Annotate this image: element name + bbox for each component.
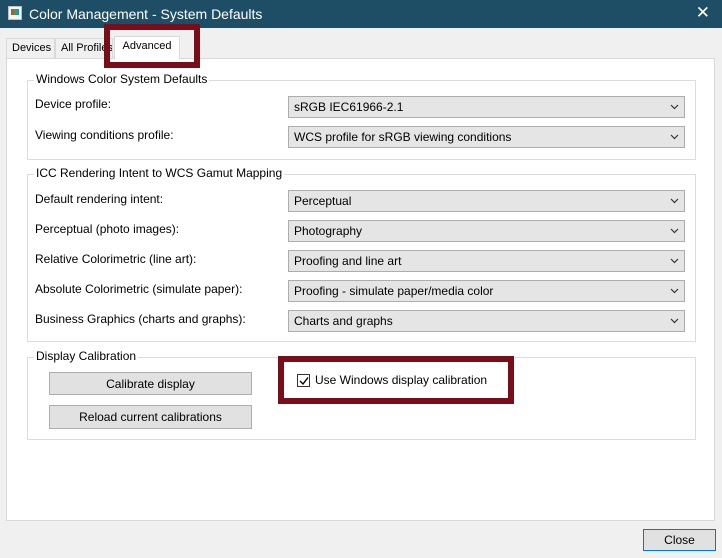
chevron-down-icon bbox=[670, 104, 679, 110]
dropdown-value: Perceptual bbox=[294, 194, 352, 208]
absolute-colorimetric-label: Absolute Colorimetric (simulate paper): bbox=[35, 282, 243, 296]
viewing-conditions-dropdown[interactable]: WCS profile for sRGB viewing conditions bbox=[288, 126, 685, 148]
dropdown-value: sRGB IEC61966-2.1 bbox=[294, 100, 404, 114]
calibrate-display-button[interactable]: Calibrate display bbox=[49, 372, 252, 395]
color-management-icon bbox=[8, 6, 22, 20]
tab-devices[interactable]: Devices bbox=[6, 38, 55, 58]
business-graphics-dropdown[interactable]: Charts and graphs bbox=[288, 310, 685, 332]
tab-all-profiles[interactable]: All Profiles bbox=[55, 38, 113, 58]
tab-advanced[interactable]: Advanced bbox=[114, 36, 180, 59]
device-profile-label: Device profile: bbox=[35, 97, 112, 111]
absolute-colorimetric-dropdown[interactable]: Proofing - simulate paper/media color bbox=[288, 280, 685, 302]
device-profile-dropdown[interactable]: sRGB IEC61966-2.1 bbox=[288, 96, 685, 118]
dropdown-value: Charts and graphs bbox=[294, 314, 393, 328]
default-intent-label: Default rendering intent: bbox=[35, 192, 164, 206]
chevron-down-icon bbox=[670, 134, 679, 140]
chevron-down-icon bbox=[670, 198, 679, 204]
dropdown-value: Proofing - simulate paper/media color bbox=[294, 284, 494, 298]
close-icon[interactable]: ✕ bbox=[696, 3, 710, 23]
chevron-down-icon bbox=[670, 228, 679, 234]
checkmark-icon bbox=[299, 377, 309, 386]
relative-colorimetric-dropdown[interactable]: Proofing and line art bbox=[288, 250, 685, 272]
chevron-down-icon bbox=[670, 318, 679, 324]
group-title: Display Calibration bbox=[34, 349, 139, 363]
chevron-down-icon bbox=[670, 288, 679, 294]
close-button[interactable]: Close bbox=[643, 529, 716, 551]
dropdown-value: WCS profile for sRGB viewing conditions bbox=[294, 130, 512, 144]
group-title: ICC Rendering Intent to WCS Gamut Mappin… bbox=[34, 166, 285, 180]
viewing-conditions-label: Viewing conditions profile: bbox=[35, 128, 174, 142]
relative-colorimetric-label: Relative Colorimetric (line art): bbox=[35, 252, 197, 266]
reload-calibrations-button[interactable]: Reload current calibrations bbox=[49, 405, 252, 429]
window-title: Color Management - System Defaults bbox=[29, 6, 263, 22]
group-title: Windows Color System Defaults bbox=[34, 72, 210, 86]
business-graphics-label: Business Graphics (charts and graphs): bbox=[35, 312, 246, 326]
wcs-defaults-group: Windows Color System Defaults bbox=[27, 72, 696, 160]
dropdown-value: Photography bbox=[294, 224, 363, 238]
chevron-down-icon bbox=[670, 258, 679, 264]
perceptual-label: Perceptual (photo images): bbox=[35, 222, 180, 236]
perceptual-dropdown[interactable]: Photography bbox=[288, 220, 685, 242]
use-windows-calibration-label: Use Windows display calibration bbox=[315, 373, 488, 387]
default-intent-dropdown[interactable]: Perceptual bbox=[288, 190, 685, 212]
use-windows-calibration-toggle[interactable]: Use Windows display calibration bbox=[297, 373, 497, 388]
use-windows-calibration-checkbox[interactable] bbox=[297, 374, 310, 387]
title-bar: Color Management - System Defaults ✕ bbox=[0, 0, 722, 28]
dropdown-value: Proofing and line art bbox=[294, 254, 402, 268]
